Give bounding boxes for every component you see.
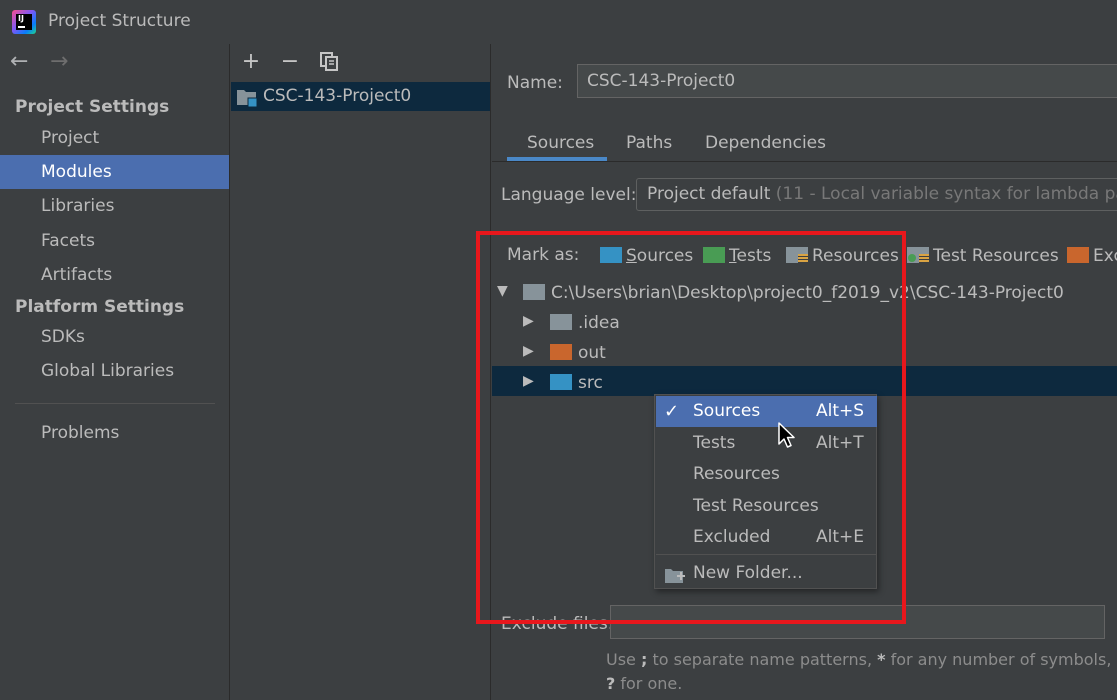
name-label: Name:: [507, 73, 563, 93]
language-level-value: Project default: [647, 184, 771, 204]
mouse-cursor-icon: [777, 422, 797, 450]
sidebar-item-libraries[interactable]: Libraries: [0, 189, 229, 223]
sidebar-item-artifacts[interactable]: Artifacts: [0, 258, 229, 292]
name-input[interactable]: CSC-143-Project0: [577, 64, 1117, 98]
copy-icon[interactable]: [318, 51, 340, 73]
module-name: CSC-143-Project0: [263, 86, 412, 106]
excluded-folder-icon: [1067, 247, 1089, 263]
add-icon[interactable]: +: [240, 51, 262, 73]
module-folder-icon: [236, 88, 258, 112]
mark-excluded-button[interactable]: Exc: [1067, 246, 1117, 266]
language-level-select[interactable]: Project default (11 - Local variable syn…: [636, 178, 1117, 211]
forward-arrow-icon[interactable]: →: [50, 49, 68, 74]
remove-icon[interactable]: −: [279, 51, 301, 73]
sidebar-item-sdks[interactable]: SDKs: [0, 320, 229, 354]
sidebar-item-project[interactable]: Project: [0, 121, 229, 155]
sidebar-item-facets[interactable]: Facets: [0, 224, 229, 258]
sidebar-item-global-libraries[interactable]: Global Libraries: [0, 354, 229, 388]
tab-sources[interactable]: Sources: [527, 133, 594, 153]
back-arrow-icon[interactable]: ←: [10, 49, 28, 74]
window-title: Project Structure: [48, 11, 191, 31]
test-resources-folder-icon: [907, 247, 929, 263]
tabs-divider: [492, 161, 1117, 162]
sidebar-divider: [15, 403, 215, 404]
language-level-label: Language level:: [501, 185, 637, 205]
section-platform-settings: Platform Settings: [15, 297, 185, 317]
intellij-logo-icon: IJ: [12, 10, 36, 34]
exclude-hint-line2: ? for one.: [606, 674, 683, 693]
tab-dependencies[interactable]: Dependencies: [705, 133, 826, 153]
language-level-detail: (11 - Local variable syntax for lambda p…: [775, 184, 1117, 204]
section-project-settings: Project Settings: [15, 97, 170, 117]
mark-test-resources-button[interactable]: Test Resources: [907, 246, 1059, 266]
sidebar-item-modules[interactable]: Modules: [0, 155, 229, 189]
tab-paths[interactable]: Paths: [626, 133, 672, 153]
highlight-annotation-box: [476, 231, 906, 624]
module-list-panel: [231, 44, 491, 700]
exclude-hint-line1: Use ; to separate name patterns, * for a…: [606, 650, 1112, 669]
sidebar-item-problems[interactable]: Problems: [0, 416, 229, 450]
